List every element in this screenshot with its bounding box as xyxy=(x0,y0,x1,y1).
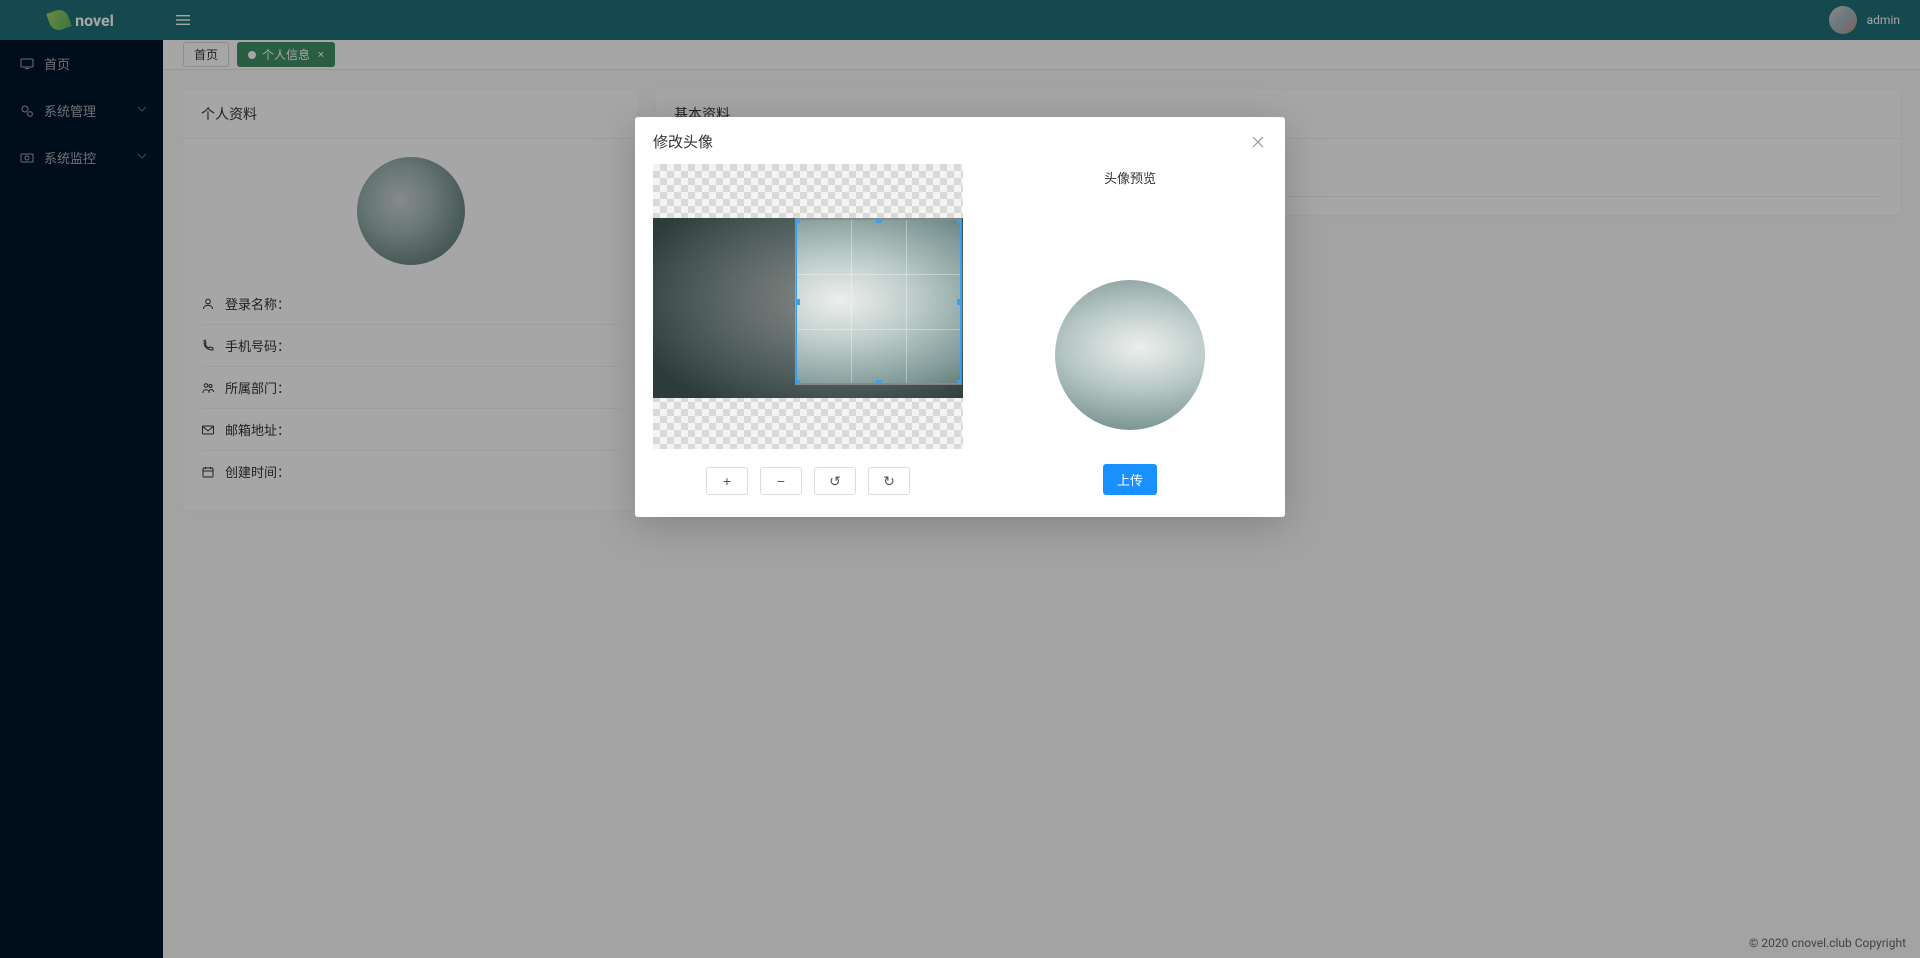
rotate-left-button[interactable]: ↺ xyxy=(814,467,856,495)
crop-size-badge: 200 × 200 xyxy=(797,219,857,220)
zoom-in-button[interactable]: + xyxy=(706,467,748,495)
modal-body: 200 × 200 + − ↺ ↻ 头像预览 上传 xyxy=(635,164,1285,517)
crop-handle-s[interactable] xyxy=(876,380,882,384)
upload-button-label: 上传 xyxy=(1117,473,1143,488)
crop-handle-w[interactable] xyxy=(796,299,800,305)
plus-icon: + xyxy=(723,473,731,489)
crop-grid-line xyxy=(851,220,852,383)
rotate-right-button[interactable]: ↻ xyxy=(868,467,910,495)
crop-grid-line xyxy=(906,220,907,383)
minus-icon: − xyxy=(777,473,785,489)
rotate-ccw-icon: ↺ xyxy=(829,473,841,490)
upload-button[interactable]: 上传 xyxy=(1103,464,1157,495)
crop-grid-line xyxy=(797,329,960,330)
avatar-preview xyxy=(1055,280,1205,430)
close-button[interactable] xyxy=(1249,133,1267,151)
crop-handle-n[interactable] xyxy=(876,219,882,223)
rotate-cw-icon: ↻ xyxy=(883,473,895,490)
crop-column: 200 × 200 + − ↺ ↻ xyxy=(653,164,963,495)
preview-title: 头像预览 xyxy=(1104,168,1156,187)
modal-title: 修改头像 xyxy=(653,131,713,152)
crop-handle-ne[interactable] xyxy=(957,219,961,223)
crop-handle-se[interactable] xyxy=(957,380,961,384)
crop-grid-line xyxy=(797,274,960,275)
avatar-preview-image xyxy=(1055,280,1205,430)
crop-handle-sw[interactable] xyxy=(796,380,800,384)
crop-tools: + − ↺ ↻ xyxy=(653,467,963,495)
crop-handle-e[interactable] xyxy=(957,299,961,305)
modal-header: 修改头像 xyxy=(635,117,1285,164)
zoom-out-button[interactable]: − xyxy=(760,467,802,495)
crop-box[interactable]: 200 × 200 xyxy=(796,219,961,384)
crop-surface[interactable]: 200 × 200 xyxy=(653,164,963,449)
avatar-modal: 修改头像 xyxy=(635,117,1285,517)
preview-wrap xyxy=(1055,215,1205,464)
preview-column: 头像预览 上传 xyxy=(993,164,1267,495)
close-icon xyxy=(1252,136,1264,148)
crop-preview-image xyxy=(796,219,961,384)
